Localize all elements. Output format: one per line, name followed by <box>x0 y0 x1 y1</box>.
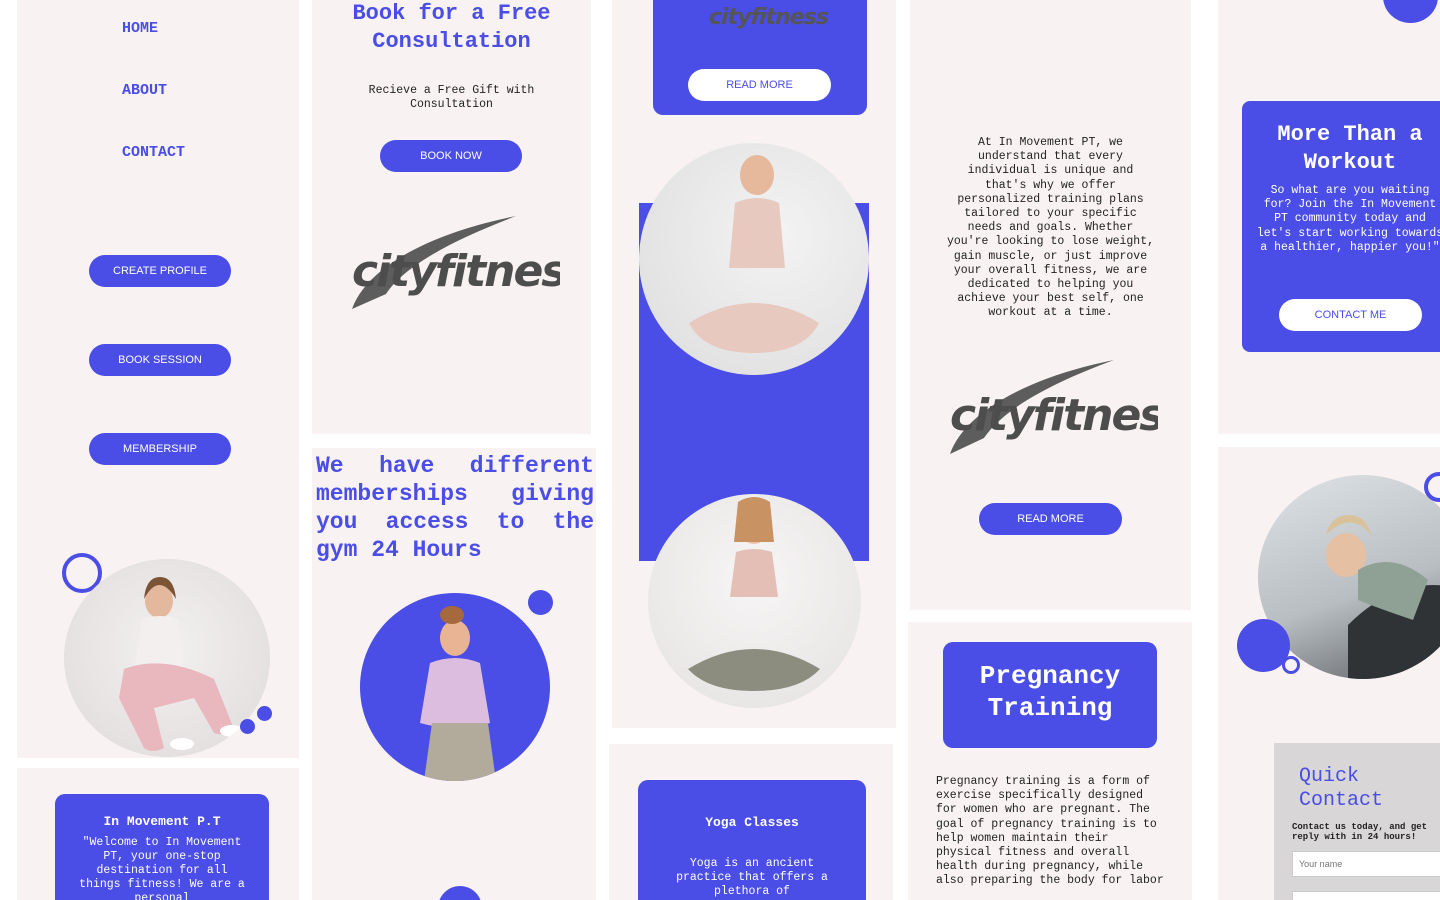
workout-box: More Than a Workout So what are you wait… <box>1242 101 1440 352</box>
read-more-button[interactable]: READ MORE <box>979 503 1122 535</box>
email-input[interactable] <box>1292 891 1440 900</box>
quick-contact-title: Quick Contact <box>1299 765 1384 812</box>
workout-text: So what are you waiting for? Join the In… <box>1256 184 1440 254</box>
consultation-title: Book for a Free Consultation <box>352 1 551 54</box>
contact-me-button[interactable]: CONTACT ME <box>1279 299 1422 331</box>
cityfitness-logo: cityfitness <box>346 214 591 314</box>
about-card: In Movement P.T "Welcome to In Movement … <box>17 768 299 900</box>
read-more-button-top[interactable]: READ MORE <box>688 69 831 101</box>
member-photo <box>360 593 550 781</box>
yoga-photo-praying <box>639 143 869 375</box>
yoga-title: Yoga Classes <box>705 815 799 830</box>
membership-headline: We have different memberships giving you… <box>316 453 594 563</box>
fitness-photo-card: Quick Contact Contact us today, and get … <box>1218 447 1440 900</box>
approach-card: At In Movement PT, we understand that ev… <box>910 0 1191 610</box>
top-logo-box: cityfitness READ MORE <box>653 0 867 115</box>
cityfitness-logo: cityfitness <box>944 356 1190 456</box>
book-session-button[interactable]: BOOK SESSION <box>89 344 231 376</box>
consultation-card: Book for a Free Consultation Recieve a F… <box>312 0 591 434</box>
decor-dot <box>1383 0 1438 23</box>
workout-title: More Than a Workout <box>1277 122 1423 175</box>
consultation-subtitle: Recieve a Free Gift with Consultation <box>368 84 535 111</box>
quick-contact-text: Contact us today, and get reply with in … <box>1292 822 1428 842</box>
create-profile-button[interactable]: CREATE PROFILE <box>89 255 231 287</box>
about-box: In Movement P.T "Welcome to In Movement … <box>55 794 269 900</box>
book-now-button[interactable]: BOOK NOW <box>380 140 522 172</box>
pregnancy-card: Pregnancy Training Pregnancy training is… <box>908 622 1192 900</box>
nav-contact-link[interactable]: CONTACT <box>122 144 185 161</box>
decor-dot <box>438 886 482 900</box>
name-input[interactable] <box>1292 851 1440 877</box>
nav-card: HOME ABOUT CONTACT CREATE PROFILE BOOK S… <box>17 0 299 758</box>
yoga-box: Yoga Classes Yoga is an ancient practice… <box>638 780 866 900</box>
svg-text:cityfitness: cityfitness <box>352 246 560 297</box>
nav-home-link[interactable]: HOME <box>122 20 158 37</box>
pregnancy-text: Pregnancy training is a form of exercise… <box>936 775 1164 888</box>
yoga-text: Yoga is an ancient practice that offers … <box>676 857 828 898</box>
svg-text:cityfitness: cityfitness <box>950 390 1158 441</box>
pregnancy-title-box: Pregnancy Training <box>943 642 1157 748</box>
approach-text: At In Movement PT, we understand that ev… <box>946 136 1155 320</box>
yoga-classes-card: Yoga Classes Yoga is an ancient practice… <box>609 744 893 900</box>
workout-card: More Than a Workout So what are you wait… <box>1218 0 1440 434</box>
about-title: In Movement P.T <box>103 814 221 829</box>
quick-contact-form: Quick Contact Contact us today, and get … <box>1274 743 1440 900</box>
decor-dot <box>240 719 255 734</box>
decor-dot <box>257 706 272 721</box>
decor-ring <box>1282 656 1300 674</box>
membership-card: We have different memberships giving you… <box>312 448 596 900</box>
yoga-photo-lotus <box>648 494 861 708</box>
pregnancy-title: Pregnancy Training <box>979 661 1121 723</box>
decor-dot <box>528 590 553 615</box>
yoga-photos-card: cityfitness READ MORE <box>612 0 896 728</box>
membership-button[interactable]: MEMBERSHIP <box>89 433 231 465</box>
svg-text:cityfitness: cityfitness <box>709 5 829 30</box>
about-text: "Welcome to In Movement PT, your one-sto… <box>79 836 245 900</box>
nav-about-link[interactable]: ABOUT <box>122 82 167 99</box>
